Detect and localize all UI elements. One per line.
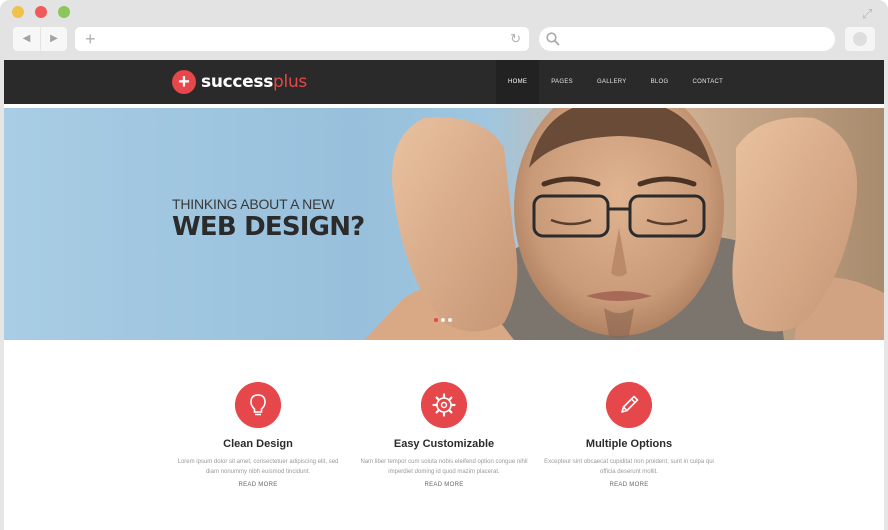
main-menu: HOME PAGES GALLERY BLOG CONTACT: [496, 60, 735, 104]
slider-pagination: [434, 318, 452, 322]
feature-title: Multiple Options: [585, 438, 673, 450]
logo-brand: success: [201, 72, 274, 92]
new-tab-icon[interactable]: +: [85, 27, 99, 51]
feature-multiple-options: Multiple Options Excepteur sint obcaecat…: [539, 382, 719, 488]
browser-chrome: ⤢ ◀ ▶ + ↻: [0, 0, 888, 60]
site-navbar: + successplus HOME PAGES GALLERY BLOG CO…: [4, 60, 884, 104]
read-more-link[interactable]: READ MORE: [354, 482, 534, 488]
read-more-link[interactable]: READ MORE: [168, 482, 348, 488]
forward-button[interactable]: ▶: [40, 27, 67, 51]
logo-accent: plus: [273, 72, 307, 92]
close-window-button[interactable]: [12, 6, 24, 18]
menu-item-pages[interactable]: PAGES: [539, 60, 585, 104]
logo-plus-icon: +: [172, 70, 196, 94]
search-icon: [546, 32, 560, 46]
feature-easy-customizable: Easy Customizable Nam liber tempor cum s…: [354, 382, 534, 488]
feature-text: Excepteur sint obcaecat cupiditat non pr…: [544, 459, 714, 475]
fullscreen-icon[interactable]: ⤢: [862, 7, 876, 21]
hero-headline: WEB DESIGN?: [172, 212, 365, 242]
pencil-icon: [606, 382, 652, 428]
extension-icon: [853, 32, 867, 46]
search-bar[interactable]: [539, 27, 835, 51]
slider-dot[interactable]: [434, 318, 438, 322]
hero-subheading: THINKING ABOUT A NEW: [172, 196, 335, 212]
browser-window: ⤢ ◀ ▶ + ↻ + successplus HOME PAGES GALLE…: [0, 0, 888, 530]
slider-dot[interactable]: [441, 318, 445, 322]
slider-dot[interactable]: [448, 318, 452, 322]
page-content: + successplus HOME PAGES GALLERY BLOG CO…: [4, 60, 884, 530]
feature-title: Clean Design: [223, 438, 293, 450]
feature-title: Easy Customizable: [393, 438, 495, 450]
site-logo[interactable]: + successplus: [172, 68, 307, 96]
lightbulb-icon: [235, 382, 281, 428]
hero-photo: [364, 108, 884, 340]
menu-item-gallery[interactable]: GALLERY: [585, 60, 639, 104]
back-button[interactable]: ◀: [13, 27, 40, 51]
minimize-window-button[interactable]: [35, 6, 47, 18]
menu-item-contact[interactable]: CONTACT: [680, 60, 735, 104]
menu-item-blog[interactable]: BLOG: [639, 60, 681, 104]
logo-text: successplus: [201, 72, 307, 92]
history-buttons: ◀ ▶: [13, 27, 67, 51]
extension-button[interactable]: [845, 27, 875, 51]
feature-text: Nam liber tempor cum soluta nobis eleife…: [360, 459, 528, 475]
address-bar[interactable]: + ↻: [75, 27, 529, 51]
feature-text: Lorem ipsum dolor sit amet, consectetuer…: [177, 459, 339, 475]
zoom-window-button[interactable]: [58, 6, 70, 18]
gear-icon: [421, 382, 467, 428]
feature-clean-design: Clean Design Lorem ipsum dolor sit amet,…: [168, 382, 348, 488]
read-more-link[interactable]: READ MORE: [539, 482, 719, 488]
hero-slider: THINKING ABOUT A NEW WEB DESIGN?: [4, 108, 884, 340]
menu-item-home[interactable]: HOME: [496, 60, 540, 104]
reload-icon[interactable]: ↻: [510, 27, 521, 51]
